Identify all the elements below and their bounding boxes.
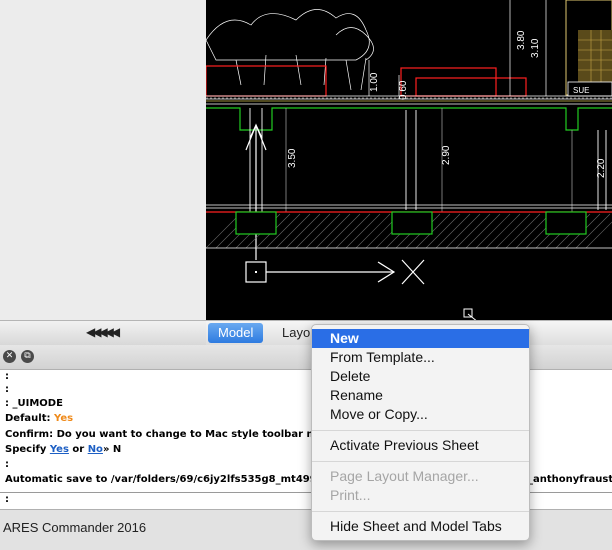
tab-model[interactable]: Model bbox=[208, 323, 264, 343]
menu-item-print: Print... bbox=[330, 487, 371, 503]
history-line: Default: Yes bbox=[5, 413, 73, 424]
menu-item-delete[interactable]: Delete bbox=[312, 367, 529, 386]
tree-sketch bbox=[206, 9, 374, 91]
dimension-label: 3.10 bbox=[530, 38, 541, 58]
menu-item-page-layout-manager: Page Layout Manager... bbox=[330, 468, 479, 484]
default-label: Default: bbox=[5, 413, 54, 424]
close-icon[interactable]: ✕ bbox=[3, 350, 16, 363]
beam-outline bbox=[206, 107, 612, 131]
specify-suffix: » N bbox=[102, 444, 122, 455]
menu-item-hide-sheet-and-model-tabs[interactable]: Hide Sheet and Model Tabs bbox=[312, 517, 529, 536]
history-line: : bbox=[5, 459, 9, 470]
menu-separator bbox=[312, 461, 529, 462]
left-panel bbox=[0, 0, 207, 320]
history-line: Specify Yes or No» N bbox=[5, 444, 121, 455]
history-line: : bbox=[5, 371, 9, 382]
menu-item-rename[interactable]: Rename bbox=[312, 386, 529, 405]
history-line-tail: _anthonyfraust bbox=[528, 474, 612, 485]
menu-item-activate-previous-sheet[interactable]: Activate Previous Sheet bbox=[312, 436, 529, 455]
room-tag: SUE bbox=[573, 86, 589, 95]
dimension-label: 1.00 bbox=[369, 72, 380, 92]
up-arrow-symbol bbox=[245, 123, 267, 260]
dimension-label: 3.80 bbox=[516, 30, 527, 50]
pointer-cursor bbox=[463, 308, 477, 320]
history-line: : bbox=[5, 384, 9, 395]
menu-item-new[interactable]: New bbox=[312, 329, 529, 348]
float-icon[interactable]: ⧉ bbox=[21, 350, 34, 363]
planters bbox=[206, 65, 527, 97]
drawing-canvas[interactable]: SUE 3.80 3.10 1.00 0.60 3.50 2.90 2.20 bbox=[206, 0, 612, 320]
cad-drawing: SUE 3.80 3.10 1.00 0.60 3.50 2.90 2.20 bbox=[206, 0, 612, 320]
menu-item-from-template[interactable]: From Template... bbox=[312, 348, 529, 367]
dimension-label: 2.90 bbox=[441, 145, 452, 165]
option-yes-link[interactable]: Yes bbox=[50, 444, 69, 455]
default-value: Yes bbox=[54, 413, 74, 424]
menu-separator bbox=[312, 511, 529, 512]
history-line: : _UIMODE bbox=[5, 398, 63, 409]
specify-prefix: Specify bbox=[5, 444, 50, 455]
dimension-label: 0.60 bbox=[398, 80, 409, 100]
history-line: Confirm: Do you want to change to Mac st… bbox=[5, 429, 324, 440]
dimension-label: 3.50 bbox=[287, 148, 298, 168]
menu-separator bbox=[312, 430, 529, 431]
command-prompt: : bbox=[5, 494, 9, 505]
sheet-context-menu: New From Template... Delete Rename Move … bbox=[311, 324, 530, 541]
sheet-navigation-bar: ◀◀◀◀◀ bbox=[0, 320, 206, 345]
option-separator: or bbox=[68, 444, 88, 455]
menu-item-move-or-copy[interactable]: Move or Copy... bbox=[312, 405, 529, 424]
app-name: ARES Commander 2016 bbox=[3, 520, 147, 535]
history-line: Automatic save to /var/folders/69/c6jy2l… bbox=[5, 474, 324, 485]
scroll-tabs-left-button[interactable]: ◀◀◀◀◀ bbox=[86, 325, 120, 339]
ucs-icon bbox=[245, 259, 425, 285]
option-no-link[interactable]: No bbox=[88, 444, 103, 455]
dimension-label: 2.20 bbox=[596, 158, 607, 178]
